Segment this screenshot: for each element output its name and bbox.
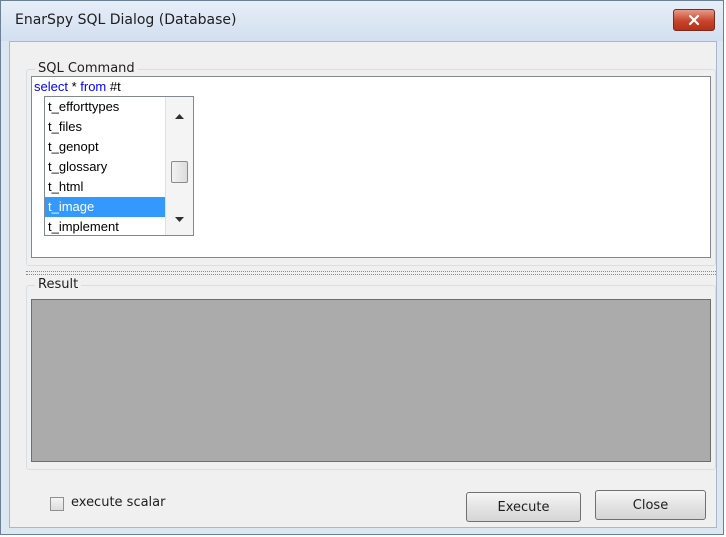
autocomplete-item-image[interactable]: t_image bbox=[45, 197, 166, 217]
arrow-down-icon bbox=[175, 216, 184, 222]
execute-scalar-checkbox[interactable] bbox=[50, 497, 64, 511]
sql-token-star: * bbox=[67, 79, 81, 94]
close-icon bbox=[688, 14, 700, 26]
window-close-button[interactable] bbox=[673, 9, 715, 31]
execute-button[interactable]: Execute bbox=[466, 492, 581, 522]
sql-keyword-select: select bbox=[34, 79, 68, 94]
arrow-up-icon bbox=[175, 113, 184, 119]
autocomplete-item-genopt[interactable]: t_genopt bbox=[45, 137, 166, 157]
sql-command-editor[interactable]: select * from #t t_efforttypes t_files t… bbox=[31, 76, 711, 258]
autocomplete-listbox[interactable]: t_efforttypes t_files t_genopt t_glossar… bbox=[44, 96, 194, 236]
close-button[interactable]: Close bbox=[595, 490, 706, 520]
scroll-up-button[interactable] bbox=[166, 106, 193, 126]
scroll-thumb[interactable] bbox=[171, 161, 188, 183]
autocomplete-scrollbar[interactable] bbox=[165, 97, 193, 235]
autocomplete-item-html[interactable]: t_html bbox=[45, 177, 166, 197]
scroll-down-button[interactable] bbox=[166, 209, 193, 229]
sql-command-group: SQL Command select * from #t t_efforttyp… bbox=[26, 61, 716, 266]
result-grid[interactable] bbox=[31, 299, 711, 462]
autocomplete-item-files[interactable]: t_files bbox=[45, 117, 166, 137]
window-title: EnarSpy SQL Dialog (Database) bbox=[15, 12, 237, 28]
sql-token-table: #t bbox=[106, 79, 121, 94]
sql-command-text: select * from #t bbox=[34, 79, 121, 94]
result-label: Result bbox=[35, 277, 82, 292]
sql-command-label: SQL Command bbox=[35, 61, 138, 76]
title-bar[interactable]: EnarSpy SQL Dialog (Database) bbox=[1, 1, 723, 41]
panel-splitter[interactable] bbox=[26, 271, 716, 275]
sql-keyword-from: from bbox=[80, 79, 107, 94]
autocomplete-item-glossary[interactable]: t_glossary bbox=[45, 157, 166, 177]
autocomplete-item-implement[interactable]: t_implement bbox=[45, 217, 166, 237]
execute-scalar-label[interactable]: execute scalar bbox=[71, 495, 166, 510]
autocomplete-items: t_efforttypes t_files t_genopt t_glossar… bbox=[45, 97, 166, 237]
autocomplete-item-efforttypes[interactable]: t_efforttypes bbox=[45, 97, 166, 117]
sql-dialog-window: EnarSpy SQL Dialog (Database) SQL Comman… bbox=[0, 0, 724, 535]
result-group: Result bbox=[26, 277, 716, 470]
dialog-client-area: SQL Command select * from #t t_efforttyp… bbox=[9, 41, 717, 528]
